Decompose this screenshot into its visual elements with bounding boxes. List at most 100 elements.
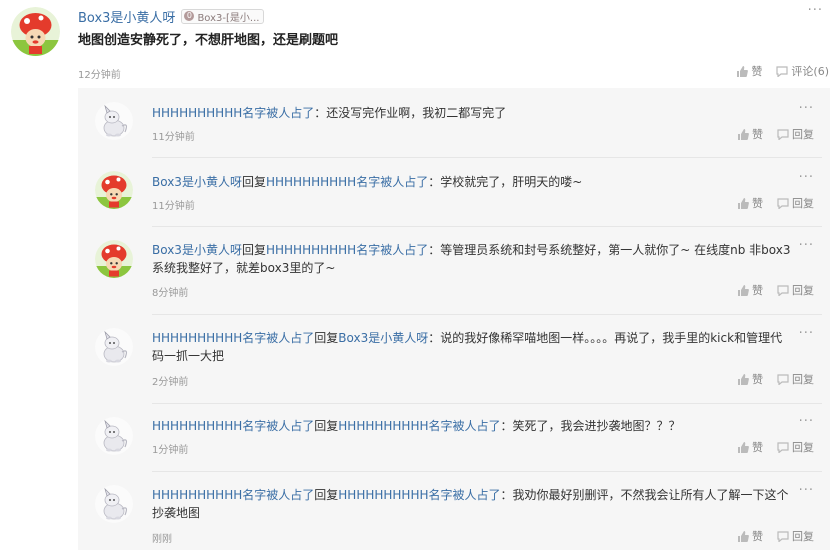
like-label: 赞: [752, 284, 763, 297]
reply-content: HHHHHHHHHH名字被人占了回复HHHHHHHHHH名字被人占了：笑死了，我…: [152, 417, 792, 435]
reply-colon: ：: [428, 243, 441, 257]
reply-item: HHHHHHHHHH名字被人占了回复HHHHHHHHHH名字被人占了：笑死了，我…: [78, 404, 830, 471]
like-button[interactable]: 赞: [737, 195, 763, 211]
author-badge[interactable]: 0 Box3-[是小...: [181, 8, 265, 24]
comment-icon: [776, 65, 789, 77]
reply-button[interactable]: 回复: [777, 439, 814, 455]
reply-target[interactable]: HHHHHHHHHH名字被人占了: [266, 175, 428, 189]
reply-verb: 回复: [314, 331, 339, 345]
like-button[interactable]: 赞: [737, 282, 763, 298]
cat-avatar[interactable]: [95, 328, 133, 366]
post-content: 地图创造安静死了，不想肝地图，还是刷题吧: [78, 33, 339, 48]
reply-target[interactable]: HHHHHHHHHH名字被人占了: [338, 488, 500, 502]
more-options-icon[interactable]: ···: [808, 4, 823, 17]
more-options-icon[interactable]: ···: [799, 102, 814, 115]
reply-verb: 回复: [314, 488, 339, 502]
reply-button[interactable]: 回复: [777, 195, 814, 211]
like-button[interactable]: 赞: [737, 126, 763, 142]
reply-text: 学校就完了，肝明天的喽~: [440, 175, 583, 189]
reply-button[interactable]: 回复: [777, 528, 814, 544]
reply-actions: 赞 回复: [737, 439, 814, 455]
comment-label: 评论(6): [791, 65, 829, 78]
reply-content: HHHHHHHHHH名字被人占了回复Box3是小黄人呀：说的我好像稀罕喵地图一样…: [152, 329, 792, 365]
more-options-icon[interactable]: ···: [799, 415, 814, 428]
cat-avatar[interactable]: [95, 102, 133, 140]
reply-content: HHHHHHHHHH名字被人占了回复HHHHHHHHHH名字被人占了：我劝你最好…: [152, 486, 792, 522]
like-label: 赞: [752, 373, 763, 386]
reply-icon: [777, 197, 789, 209]
cat-avatar[interactable]: [95, 417, 133, 455]
author-name[interactable]: Box3是小黄人呀: [78, 7, 175, 26]
more-options-icon[interactable]: ···: [799, 239, 814, 252]
reply-target[interactable]: Box3是小黄人呀: [338, 331, 428, 345]
reply-author[interactable]: HHHHHHHHHH名字被人占了: [152, 331, 314, 345]
mushroom-avatar[interactable]: [95, 240, 133, 278]
post-time: 12分钟前: [78, 70, 121, 81]
reply-icon: [777, 441, 789, 453]
reply-target[interactable]: HHHHHHHHHH名字被人占了: [338, 419, 500, 433]
reply-actions: 赞 回复: [737, 126, 814, 142]
reply-time: 刚刚: [152, 534, 172, 545]
reply-author[interactable]: HHHHHHHHHH名字被人占了: [152, 106, 314, 120]
reply-item: Box3是小黄人呀回复HHHHHHHHHH名字被人占了：学校就完了，肝明天的喽~…: [78, 158, 830, 226]
reply-label: 回复: [792, 197, 814, 210]
like-button[interactable]: 赞: [737, 371, 763, 387]
thumbs-up-icon: [738, 128, 749, 140]
author-avatar[interactable]: [11, 7, 60, 56]
thumbs-up-icon: [738, 441, 749, 453]
more-options-icon[interactable]: ···: [799, 327, 814, 340]
reply-target[interactable]: HHHHHHHHHH名字被人占了: [266, 243, 428, 257]
reply-content: Box3是小黄人呀回复HHHHHHHHHH名字被人占了：等管理员系统和封号系统整…: [152, 241, 792, 277]
post-card: Box3是小黄人呀 0 Box3-[是小... ··· 地图创造安静死了，不想肝…: [0, 0, 839, 550]
reply-author[interactable]: HHHHHHHHHH名字被人占了: [152, 488, 314, 502]
reply-item: Box3是小黄人呀回复HHHHHHHHHH名字被人占了：等管理员系统和封号系统整…: [78, 227, 830, 314]
reply-icon: [777, 128, 789, 140]
thumbs-up-icon: [738, 373, 749, 385]
reply-actions: 赞 回复: [737, 371, 814, 387]
like-button[interactable]: 赞: [737, 439, 763, 455]
reply-author[interactable]: Box3是小黄人呀: [152, 175, 242, 189]
reply-actions: 赞 回复: [737, 195, 814, 211]
reply-content: HHHHHHHHHH名字被人占了：还没写完作业啊，我初二都写完了: [152, 104, 792, 122]
reply-text: 笑死了，我会进抄袭地图？？？: [512, 419, 681, 433]
reply-button[interactable]: 回复: [777, 126, 814, 142]
reply-list: HHHHHHHHHH名字被人占了：还没写完作业啊，我初二都写完了 ··· 11分…: [78, 88, 830, 550]
reply-author[interactable]: Box3是小黄人呀: [152, 243, 242, 257]
reply-author[interactable]: HHHHHHHHHH名字被人占了: [152, 419, 314, 433]
like-label: 赞: [751, 65, 763, 78]
comment-button[interactable]: 评论(6): [776, 63, 829, 79]
more-options-icon[interactable]: ···: [799, 484, 814, 497]
mushroom-avatar[interactable]: [95, 171, 133, 209]
reply-label: 回复: [792, 373, 814, 386]
reply-icon: [777, 284, 789, 296]
reply-colon: ：: [428, 175, 441, 189]
more-options-icon[interactable]: ···: [799, 171, 814, 184]
author-line: Box3是小黄人呀 0 Box3-[是小...: [78, 7, 265, 26]
reply-time: 8分钟前: [152, 288, 189, 299]
reply-verb: 回复: [241, 175, 266, 189]
reply-label: 回复: [792, 441, 814, 454]
like-button[interactable]: 赞: [736, 63, 762, 79]
reply-actions: 赞 回复: [737, 528, 814, 544]
reply-label: 回复: [792, 284, 814, 297]
reply-verb: 回复: [241, 243, 266, 257]
reply-time: 11分钟前: [152, 201, 195, 212]
like-label: 赞: [752, 441, 763, 454]
thumbs-up-icon: [738, 284, 749, 296]
reply-button[interactable]: 回复: [777, 371, 814, 387]
reply-colon: ：: [314, 106, 327, 120]
like-button[interactable]: 赞: [737, 528, 763, 544]
reply-item: HHHHHHHHHH名字被人占了：还没写完作业啊，我初二都写完了 ··· 11分…: [78, 88, 830, 157]
reply-button[interactable]: 回复: [777, 282, 814, 298]
reply-label: 回复: [792, 128, 814, 141]
like-label: 赞: [752, 197, 763, 210]
badge-icon: 0: [184, 11, 195, 21]
reply-item: HHHHHHHHHH名字被人占了回复HHHHHHHHHH名字被人占了：我劝你最好…: [78, 472, 830, 550]
reply-icon: [777, 530, 789, 542]
thumbs-up-icon: [737, 65, 749, 77]
badge-label: Box3-[是小...: [197, 12, 260, 24]
like-label: 赞: [752, 128, 763, 141]
cat-avatar[interactable]: [95, 485, 133, 523]
reply-content: Box3是小黄人呀回复HHHHHHHHHH名字被人占了：学校就完了，肝明天的喽~: [152, 173, 792, 191]
post-actions: 赞 评论(6): [736, 63, 829, 79]
